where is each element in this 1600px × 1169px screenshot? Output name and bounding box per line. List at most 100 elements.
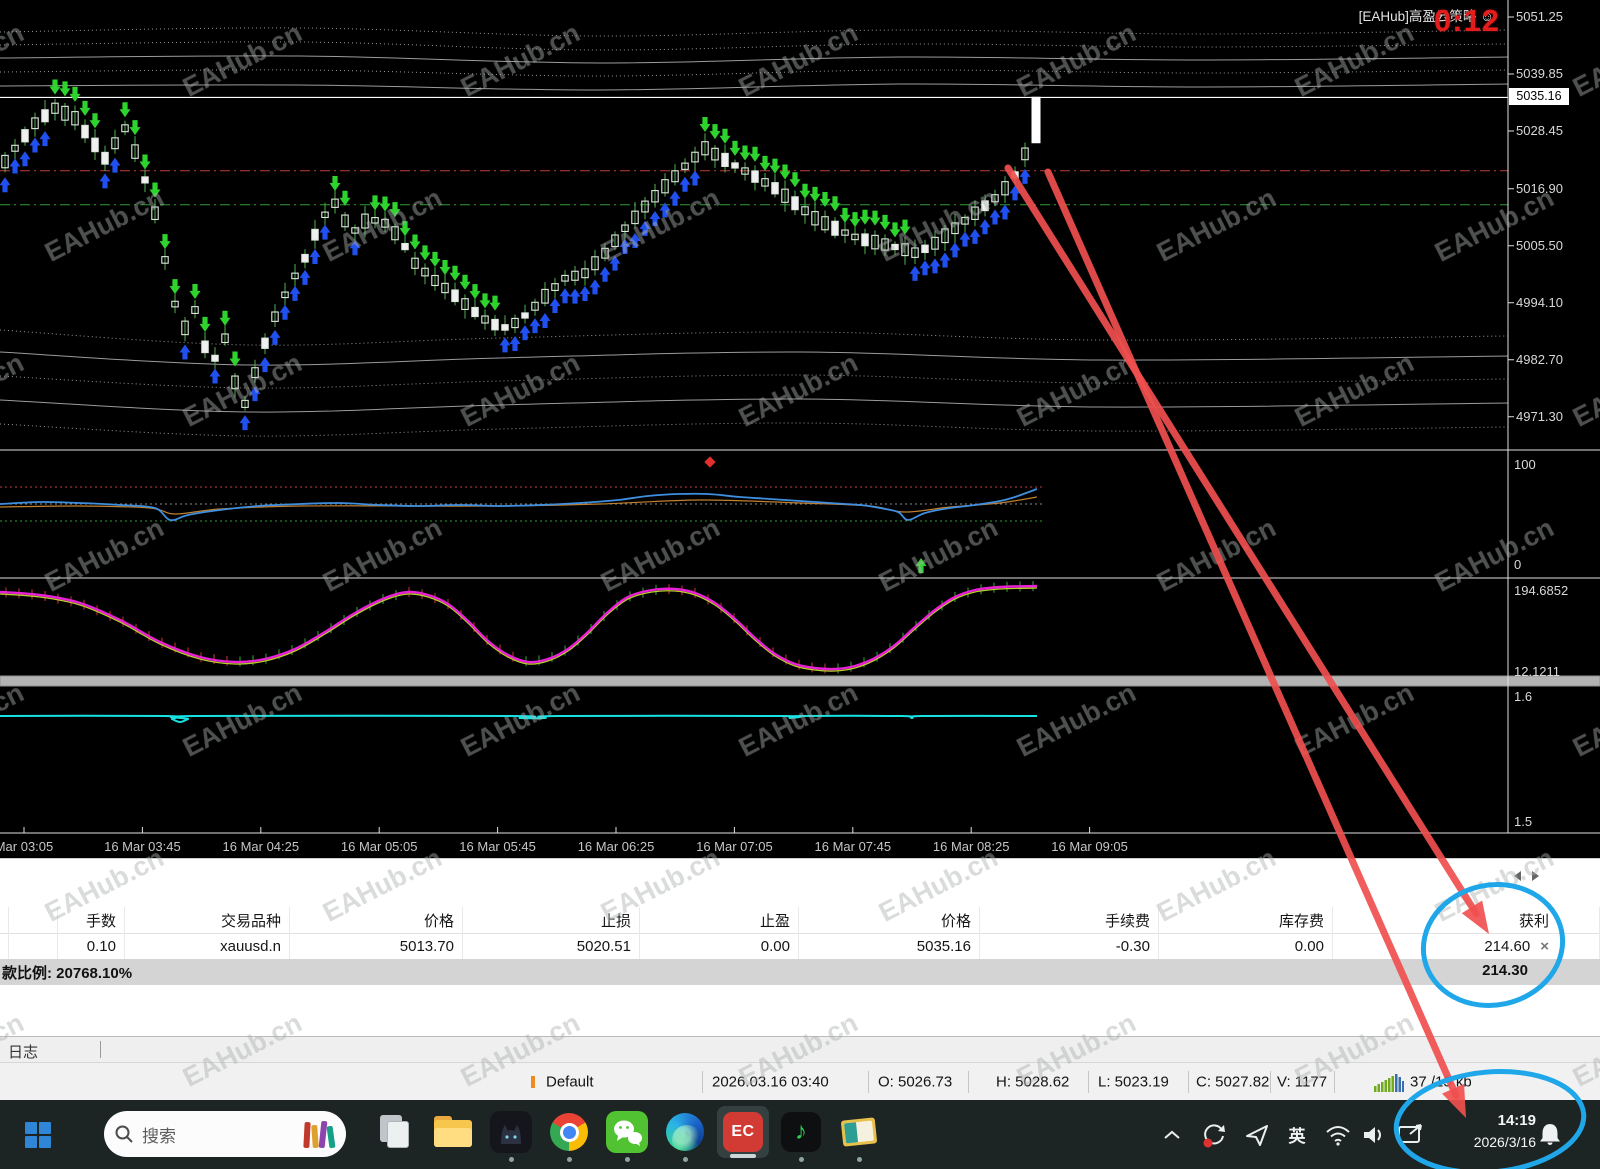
tray-volume[interactable] [1356,1100,1392,1169]
close-position-icon[interactable]: × [1540,938,1549,955]
cell-commission: -0.30 [980,933,1159,959]
edge-icon [664,1111,706,1153]
tray-chevron[interactable] [1152,1100,1192,1169]
candles [2,97,1041,411]
band-lines [0,28,1508,436]
terminal-panel: 手数 交易品种 价格 止损 止盈 价格 手续费 库存费 获利 0.10 xauu… [0,858,1600,1037]
trade-table-row[interactable]: 0.10 xauusd.n 5013.70 5020.51 0.00 5035.… [0,933,1600,960]
ohlc-high: H: 5028.62 [996,1073,1069,1090]
music-icon: ♪ [780,1111,822,1153]
scroll-left-button[interactable] [1514,871,1521,881]
tray-sync[interactable] [1194,1100,1234,1169]
tray-ime[interactable]: 英 [1280,1100,1314,1169]
tab-divider [100,1041,101,1058]
ebook-icon [838,1111,880,1153]
col-commission[interactable]: 手续费 [980,907,1159,933]
taskbar: 搜索 [0,1100,1600,1169]
tray-notifications[interactable] [1528,1100,1572,1169]
ohlc-close: C: 5027.82 [1196,1073,1269,1090]
taskbar-app-cat[interactable] [484,1102,538,1166]
connection-tick-icon [531,1076,535,1088]
col-symbol[interactable]: 交易品种 [125,907,290,933]
profile-name[interactable]: Default [546,1073,594,1090]
ohlc-low: L: 5023.19 [1098,1073,1169,1090]
trade-table-header: 手数 交易品种 价格 止损 止盈 价格 手续费 库存费 获利 [0,907,1600,934]
price-scale-label: 4982.70 [1516,352,1563,367]
folder-icon [432,1111,474,1153]
time-axis-label: 16 Mar 03:45 [104,839,181,854]
tray-wifi[interactable] [1320,1100,1356,1169]
sub1-scale-top: 100 [1514,457,1536,472]
taskbar-app-wechat[interactable] [600,1102,654,1166]
price-scale-label: 5005.50 [1516,238,1563,253]
col-price-open[interactable]: 价格 [290,907,463,933]
scroll-right-button[interactable] [1532,871,1539,881]
sub3-scale-bottom: 1.5 [1514,814,1532,829]
time-axis-label: 16 Mar 04:25 [222,839,299,854]
ohlc-open: O: 5026.73 [878,1073,952,1090]
tab-journal[interactable]: 日志 [8,1041,38,1062]
speaker-icon [1361,1124,1387,1146]
ec-active-background: EC [717,1106,769,1158]
sub2-scale-top: 194.6852 [1514,583,1568,598]
time-axis-label: Mar 03:05 [0,839,53,854]
annotation-timer-text: 0:12 [1434,3,1500,39]
pages-icon [374,1111,416,1153]
time-axis-label: 16 Mar 05:45 [459,839,536,854]
tray-clock[interactable]: 14:19 2026/3/16 [1474,1110,1536,1152]
taskbar-app-pages[interactable] [368,1102,422,1166]
taskbar-app-music[interactable]: ♪ [774,1102,828,1166]
terminal-tabs: 日志 [0,1036,1600,1062]
sub3-line [0,716,1037,722]
col-price-current[interactable]: 价格 [799,907,980,933]
price-scale-label: 5039.85 [1516,66,1563,81]
price-scale-label: 5051.25 [1516,9,1563,24]
screenshot-icon [1397,1123,1425,1147]
sync-icon [1199,1120,1229,1150]
col-lots[interactable]: 手数 [58,907,125,933]
cell-price-open: 5013.70 [290,933,463,959]
taskbar-app-ebook[interactable] [832,1102,886,1166]
col-profit[interactable]: 获利 [1333,907,1600,933]
margin-level-label: 款比例: 20768.10% [2,962,132,983]
clock-time: 14:19 [1474,1110,1536,1132]
price-scale-label: 5016.90 [1516,181,1563,196]
taskbar-app-chrome[interactable] [542,1102,596,1166]
data-histogram-icon [1374,1073,1404,1092]
col-sl[interactable]: 止损 [463,907,640,933]
bell-icon [1537,1121,1563,1149]
cell-profit: 214.60 × [1333,933,1600,959]
col-swap[interactable]: 库存费 [1159,907,1333,933]
cell-lots: 0.10 [58,933,125,959]
active-app-indicator [730,1154,756,1158]
signal-arrows [0,80,1031,431]
search-icon [114,1124,134,1144]
tray-nav[interactable] [1238,1100,1276,1169]
taskbar-app-file-explorer[interactable] [426,1102,480,1166]
cat-app-icon [490,1111,532,1153]
start-button[interactable] [14,1112,62,1158]
time-axis-label: 16 Mar 09:05 [1051,839,1128,854]
col-tp[interactable]: 止盈 [640,907,799,933]
taskbar-app-edge[interactable] [658,1102,712,1166]
send-arrow-icon [1244,1122,1270,1148]
account-summary-row: 款比例: 20768.10% 214.30 [0,959,1600,985]
sub1-scale-bottom: 0 [1514,557,1521,572]
time-axis-label: 16 Mar 07:45 [814,839,891,854]
screen: [EAHub]高盈云策略 ☺ 0:12 5035.16 100 0 194.68… [0,0,1600,1169]
sub3-scale-top: 1.6 [1514,689,1532,704]
search-daily-image [304,1120,336,1148]
bar-time: 2026.03.16 03:40 [712,1073,829,1090]
cell-symbol: xauusd.n [125,933,290,959]
tray-snip[interactable] [1392,1100,1430,1169]
taskbar-app-ec[interactable]: EC [716,1102,770,1166]
cell-price-current: 5035.16 [799,933,980,959]
price-scale-label: 4994.10 [1516,295,1563,310]
taskbar-search[interactable]: 搜索 [104,1111,346,1157]
cell-tp: 0.00 [640,933,799,959]
price-scale-label: 5028.45 [1516,123,1563,138]
sub2-scale-bottom: 12.1211 [1514,664,1560,679]
cell-sl: 5020.51 [463,933,640,959]
wechat-icon [606,1111,648,1153]
profit-value: 214.60 [1484,938,1530,955]
